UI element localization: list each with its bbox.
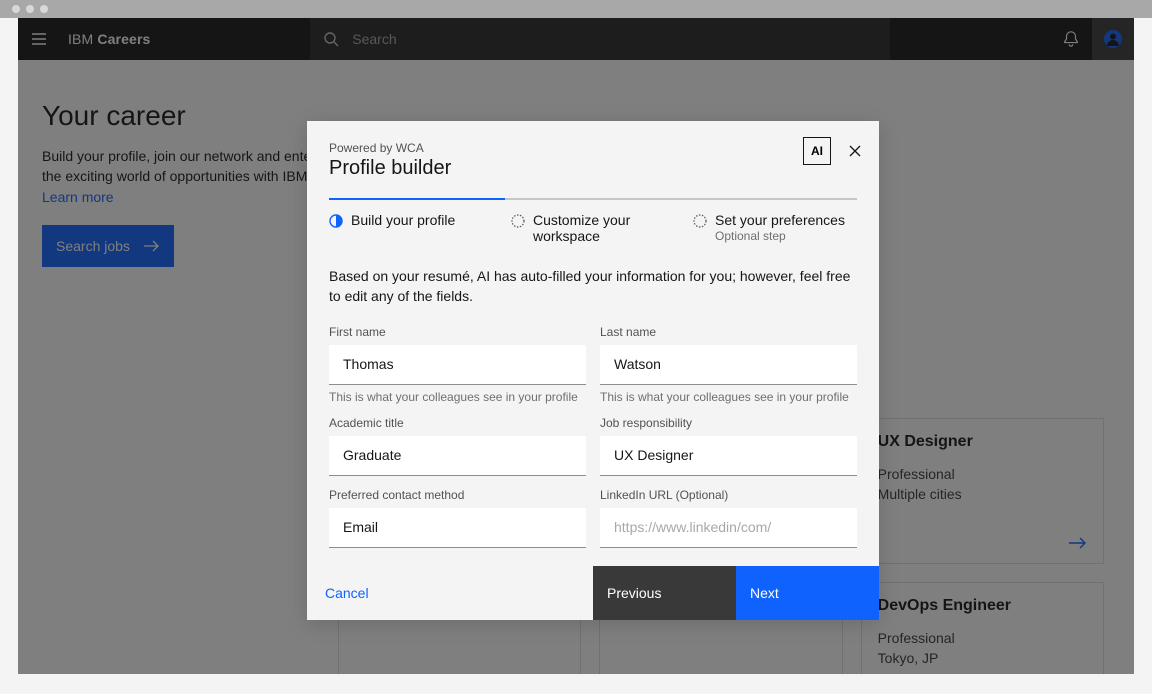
close-icon[interactable] [845,141,865,161]
traffic-light-close[interactable] [12,5,20,13]
linkedin-url-field[interactable] [600,508,857,548]
window-titlebar [0,0,1152,18]
first-name-label: First name [329,325,586,339]
step-pending-icon [693,214,707,228]
last-name-field[interactable] [600,345,857,385]
academic-title-field[interactable] [329,436,586,476]
step-current-icon [329,214,343,228]
step-pending-icon [511,214,525,228]
step-set-preferences[interactable]: Set your preferences Optional step [693,212,857,244]
first-name-helper: This is what your colleagues see in your… [329,390,586,404]
contact-method-label: Preferred contact method [329,488,586,502]
profile-builder-modal: Powered by WCA Profile builder AI Build … [307,121,879,620]
next-button[interactable]: Next [736,566,879,620]
job-responsibility-field[interactable] [600,436,857,476]
linkedin-url-label: LinkedIn URL (Optional) [600,488,857,502]
traffic-light-min[interactable] [26,5,34,13]
academic-title-label: Academic title [329,416,586,430]
modal-title: Profile builder [329,157,857,180]
job-responsibility-label: Job responsibility [600,416,857,430]
first-name-field[interactable] [329,345,586,385]
cancel-button[interactable]: Cancel [307,566,593,620]
step-progress [329,198,857,200]
previous-button[interactable]: Previous [593,566,736,620]
step-build-profile[interactable]: Build your profile [329,212,493,244]
contact-method-field[interactable] [329,508,586,548]
powered-by-label: Powered by WCA [329,141,857,155]
modal-intro-text: Based on your resumé, AI has auto-filled… [329,266,857,307]
last-name-helper: This is what your colleagues see in your… [600,390,857,404]
step-customize-workspace[interactable]: Customize your workspace [511,212,675,244]
ai-badge: AI [803,137,831,165]
last-name-label: Last name [600,325,857,339]
traffic-light-max[interactable] [40,5,48,13]
